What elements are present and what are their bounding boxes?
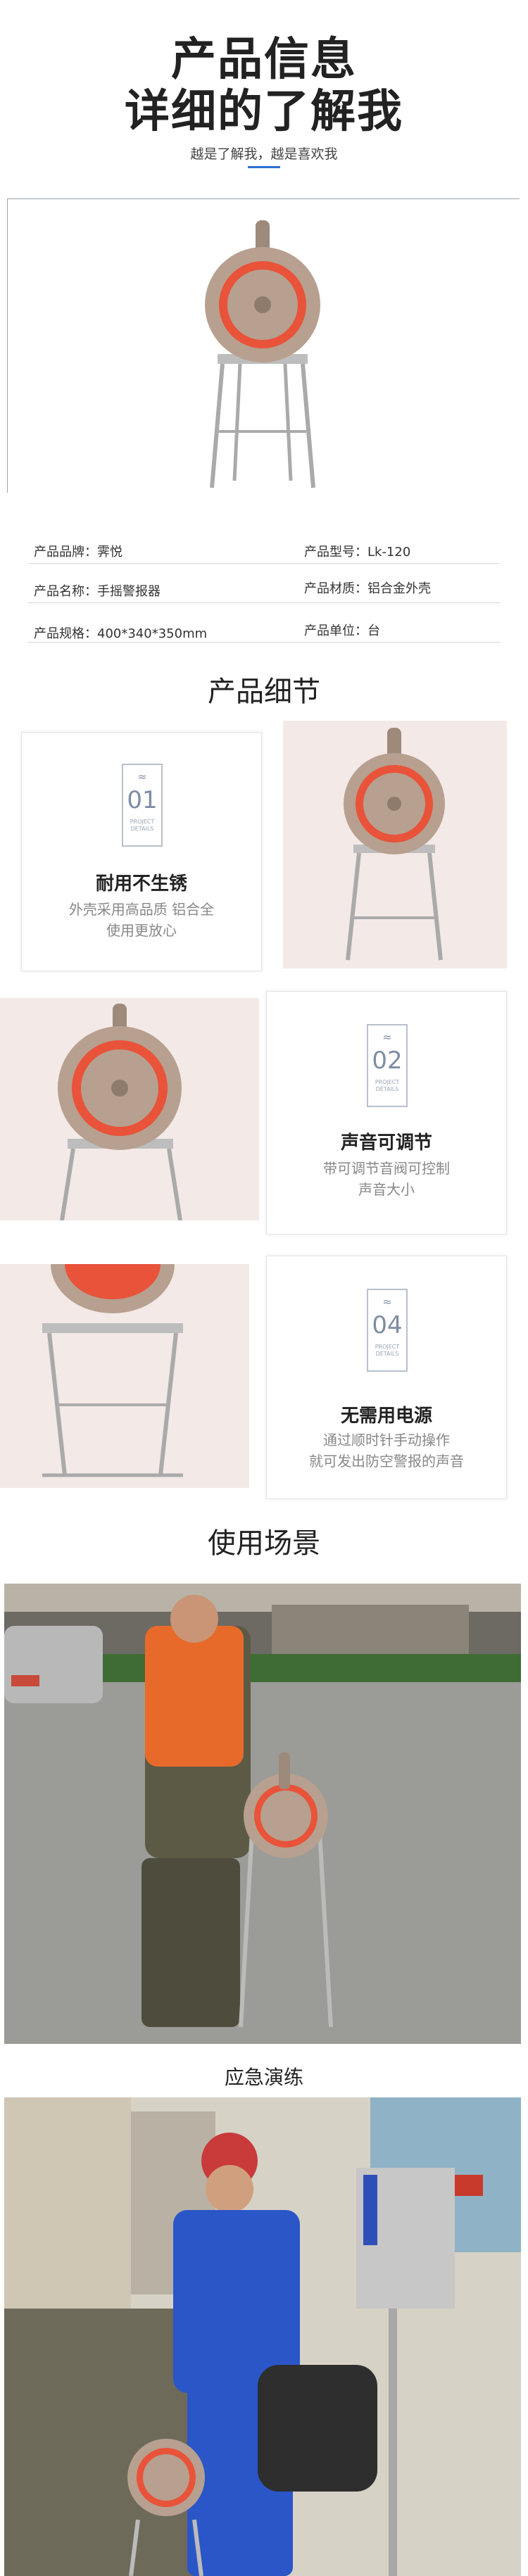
feature-desc-line1: 带可调节音阀可控制 [323, 1160, 450, 1177]
wave-icon: ≈ [382, 1295, 392, 1308]
spec-name: 产品名称：手摇警报器 [34, 584, 161, 599]
spec-divider [28, 563, 500, 564]
feature-title: 耐用不生锈 [95, 873, 187, 895]
detail-photo-1 [283, 721, 507, 968]
hero-subtitle: 越是了解我，越是喜欢我 [190, 146, 338, 162]
spec-size: 产品规格：400*340*350mm [34, 626, 208, 641]
badge-caption: PROJECT DETAILS [130, 819, 155, 832]
spec-divider [28, 602, 500, 603]
feature-desc-line2: 声音大小 [358, 1181, 415, 1198]
feature-number: 02 [372, 1047, 403, 1075]
feature-desc-line2: 就可发出防空警报的声音 [309, 1453, 464, 1470]
feature-number-badge: ≈ 01 PROJECT DETAILS [122, 764, 163, 847]
hero-title-line1: 产品信息 [171, 34, 357, 86]
section-title-details: 产品细节 [208, 676, 320, 708]
subtitle-underline [248, 166, 280, 168]
scene-caption-drill: 应急演练 [224, 2066, 303, 2089]
feature-title: 声音可调节 [340, 1132, 432, 1154]
feature-card-no-power: ≈ 04 PROJECT DETAILS 无需用电源 通过顺时针手动操作 就可发… [266, 1256, 507, 1499]
spec-divider [28, 642, 500, 643]
feature-number: 04 [372, 1311, 403, 1339]
spec-unit: 产品单位：台 [304, 624, 380, 638]
scene-photo-drill [4, 1584, 521, 2044]
detail-photo-2 [0, 998, 259, 1220]
hero-title-line2: 详细的了解我 [125, 86, 403, 138]
feature-card-adjustable: ≈ 02 PROJECT DETAILS 声音可调节 带可调节音阀可控制 声音大… [266, 991, 507, 1235]
feature-desc-line2: 使用更放心 [106, 922, 177, 939]
feature-number-badge: ≈ 02 PROJECT DETAILS [367, 1024, 408, 1107]
scene-photo-worker [4, 2097, 521, 2576]
badge-caption: PROJECT DETAILS [375, 1079, 400, 1092]
spec-brand: 产品品牌：霁悦 [34, 545, 122, 560]
spec-material: 产品材质：铝合金外壳 [304, 581, 431, 596]
section-title-usage: 使用场景 [208, 1527, 320, 1560]
wave-icon: ≈ [137, 770, 147, 783]
feature-card-durable: ≈ 01 PROJECT DETAILS 耐用不生锈 外壳采用高品质 铝合全 使… [21, 732, 262, 971]
feature-number-badge: ≈ 04 PROJECT DETAILS [367, 1289, 408, 1372]
feature-title: 无需用电源 [340, 1406, 432, 1427]
main-product-photo [7, 198, 520, 493]
feature-desc-line1: 通过顺时针手动操作 [323, 1432, 450, 1448]
feature-desc-line1: 外壳采用高品质 铝合全 [68, 901, 215, 918]
detail-photo-3 [0, 1264, 249, 1488]
badge-caption: PROJECT DETAILS [375, 1344, 400, 1357]
wave-icon: ≈ [382, 1030, 392, 1044]
feature-number: 01 [127, 786, 158, 814]
spec-model: 产品型号：Lk-120 [304, 545, 411, 560]
